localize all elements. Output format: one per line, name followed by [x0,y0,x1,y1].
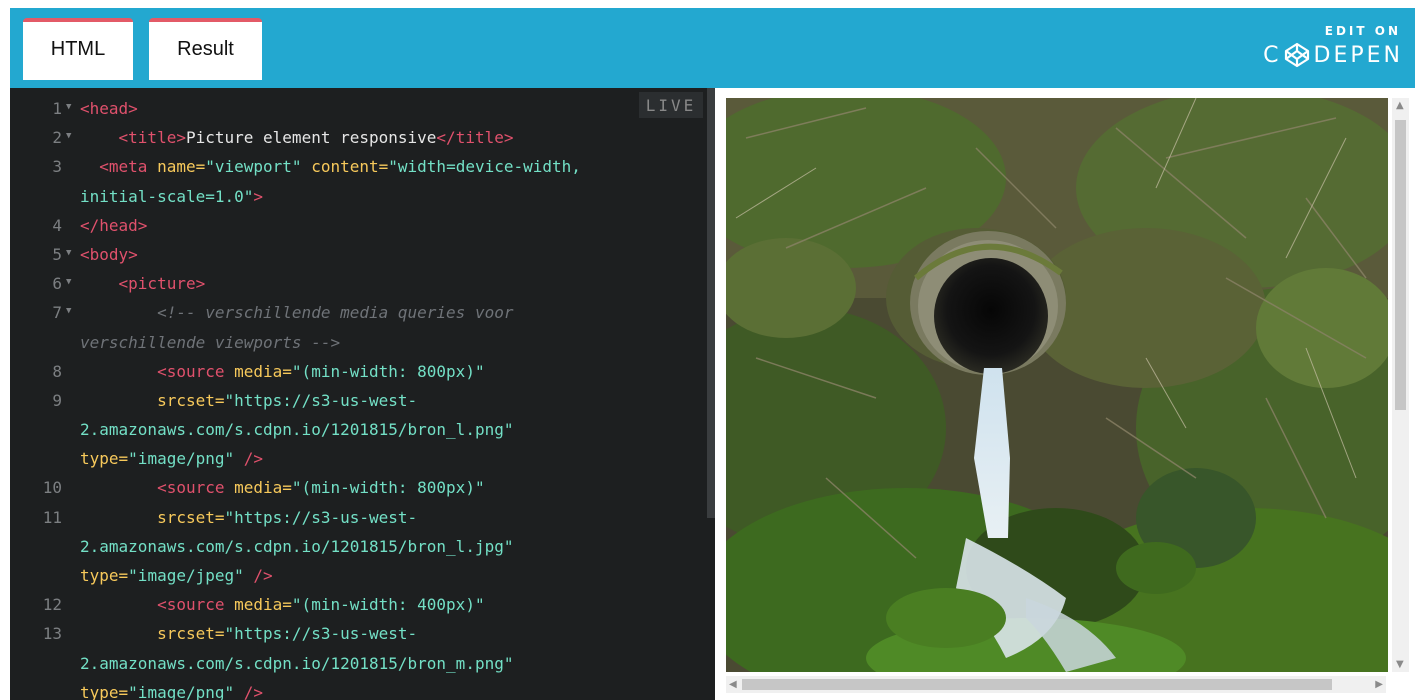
codepen-cube-icon [1284,42,1309,68]
code-text: <picture> [118,274,206,294]
code-line: 2 ▼ <title>Picture element responsive</ti… [10,123,705,152]
tab-result[interactable]: Result [149,18,262,80]
code-text: initial-scale=1.0"> [80,186,264,206]
line-number: 2 [52,128,62,148]
code-text: type="image/png" /> [80,682,264,700]
result-horizontal-scrollbar[interactable]: ◀ ▶ [726,676,1386,693]
scroll-up-arrow-icon[interactable]: ▲ [1396,100,1404,111]
tab-html-label: HTML [50,37,106,60]
html-editor[interactable]: LIVE 1 ▼ <head> 2 ▼ <title>Picture element … [10,88,715,700]
code-line: 4 </head> [10,211,705,240]
scroll-down-arrow-icon[interactable]: ▼ [1396,659,1404,670]
code-block[interactable]: 1 ▼ <head> 2 ▼ <title>Picture element respo… [10,94,705,700]
line-number: 8 [52,361,62,381]
horizontal-scroll-thumb[interactable] [742,679,1332,690]
line-number: 4 [52,215,62,235]
code-line: 3 <meta name="viewport" content="width=d… [10,152,705,181]
fold-arrow-icon[interactable]: ▼ [66,268,71,297]
code-line: type="image/jpeg" /> [10,561,705,590]
line-number: 12 [42,595,62,615]
code-text: type="image/jpeg" /> [80,566,273,585]
tab-result-label: Result [177,37,234,60]
scroll-left-arrow-icon[interactable]: ◀ [729,679,737,690]
code-text: type="image/png" /> [80,449,264,469]
code-line: 5 ▼ <body> [10,240,705,269]
embed-header: HTML Result EDIT ON C DEPEN [10,8,1415,88]
pipe-photo-image [726,98,1388,672]
code-text: </head> [80,215,148,235]
code-text: <!-- verschillende media queries voor [157,303,514,323]
code-line: 12 <source media="(min-width: 400px)" [10,590,705,619]
code-text: srcset="https://s3-us-west- [157,624,418,644]
code-text: <meta name="viewport" content="width=dev… [99,157,581,177]
code-line: verschillende viewports --> [10,328,705,357]
code-text: 2.amazonaws.com/s.cdpn.io/1201815/bron_m… [80,653,514,673]
line-number: 7 [52,303,62,323]
code-text: <source media="(min-width: 400px)" [157,595,485,615]
line-number: 5 [52,244,62,264]
codepen-logo-c: C [1263,42,1282,68]
result-photo [726,98,1388,672]
code-text: <head> [80,99,138,118]
fold-arrow-icon[interactable]: ▼ [66,122,71,151]
code-text: <source media="(min-width: 800px)" [157,361,485,381]
line-number: 1 [52,99,62,118]
line-number: 10 [42,478,62,498]
result-pane[interactable]: ▲ ▼ ◀ ▶ [715,88,1415,700]
codepen-embed: HTML Result EDIT ON C DEPEN LIVE 1 ▼ <head… [10,8,1415,700]
code-text: <source media="(min-width: 800px)" [157,478,485,498]
line-number: 6 [52,274,62,294]
code-line: 2.amazonaws.com/s.cdpn.io/1201815/bron_m… [10,649,705,678]
line-number: 11 [42,507,62,527]
code-line: 6 ▼ <picture> [10,269,705,298]
tab-html[interactable]: HTML [23,18,133,80]
fold-arrow-icon[interactable]: ▼ [66,239,71,268]
codepen-logo-rest: DEPEN [1313,42,1403,68]
code-text: verschillende viewports --> [80,332,341,352]
editor-scrollbar[interactable] [707,88,715,518]
fold-arrow-icon[interactable]: ▼ [66,93,71,122]
code-text: <body> [80,244,138,264]
code-line: type="image/png" /> [10,678,705,700]
scroll-right-arrow-icon[interactable]: ▶ [1375,679,1383,690]
code-text: 2.amazonaws.com/s.cdpn.io/1201815/bron_l… [80,420,514,440]
code-line: initial-scale=1.0"> [10,182,705,211]
code-line: 13 srcset="https://s3-us-west- [10,619,705,648]
code-text: <title>Picture element responsive</title… [118,128,514,148]
result-vertical-scrollbar[interactable]: ▲ ▼ [1392,98,1409,672]
edit-on-label[interactable]: EDIT ON [1325,24,1401,38]
code-line: 8 <source media="(min-width: 800px)" [10,357,705,386]
line-number: 13 [42,624,62,644]
line-number: 9 [52,390,62,410]
code-line: 2.amazonaws.com/s.cdpn.io/1201815/bron_l… [10,415,705,444]
vertical-scroll-thumb[interactable] [1395,120,1406,410]
fold-arrow-icon[interactable]: ▼ [66,297,71,326]
code-text: srcset="https://s3-us-west- [157,390,418,410]
code-line: 1 ▼ <head> [10,94,705,123]
code-line: 11 srcset="https://s3-us-west- [10,503,705,532]
code-line: 7 ▼ <!-- verschillende media queries voor [10,298,705,327]
code-line: 10 <source media="(min-width: 800px)" [10,473,705,502]
code-text: 2.amazonaws.com/s.cdpn.io/1201815/bron_l… [80,536,514,556]
code-line: type="image/png" /> [10,444,705,473]
line-number: 3 [52,157,62,177]
code-line: 2.amazonaws.com/s.cdpn.io/1201815/bron_l… [10,532,705,561]
code-line: 9 srcset="https://s3-us-west- [10,386,705,415]
code-text: srcset="https://s3-us-west- [157,507,418,527]
codepen-logo-link[interactable]: C DEPEN [1263,42,1403,68]
